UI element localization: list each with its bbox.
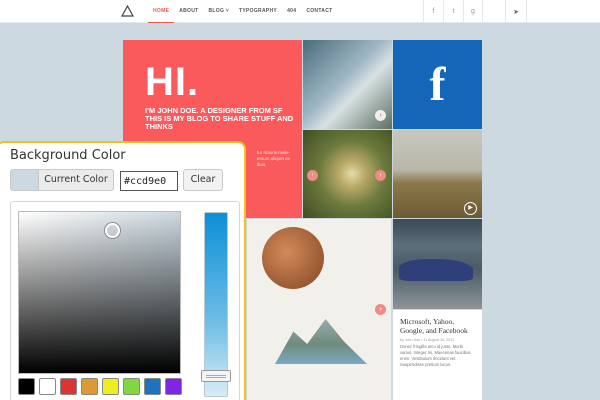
next-arrow-icon[interactable]: ›: [375, 170, 386, 181]
photo-tile-car[interactable]: [393, 219, 482, 309]
top-navigation-bar: HOME ABOUT BLOG ˅ TYPOGRAPHY 404 CONTACT…: [0, 0, 600, 23]
palette-swatch-0[interactable]: [18, 378, 35, 395]
clear-button[interactable]: Clear: [183, 169, 223, 191]
nav-about[interactable]: ABOUT: [174, 0, 203, 23]
arrow-right-icon[interactable]: ➤: [505, 0, 527, 23]
palette-swatch-3[interactable]: [81, 378, 98, 395]
photo-tile-building[interactable]: ›: [303, 40, 392, 129]
picker-title: Background Color: [10, 148, 126, 163]
prev-arrow-icon[interactable]: ‹: [307, 170, 318, 181]
next-arrow-icon[interactable]: ›: [375, 110, 386, 121]
current-color-button[interactable]: Current Color: [10, 169, 114, 191]
nav-404[interactable]: 404: [282, 0, 301, 23]
palette-swatch-7[interactable]: [165, 378, 182, 395]
mountain-drawing-image: [275, 319, 367, 364]
palette-swatch-1[interactable]: [39, 378, 56, 395]
next-arrow-icon[interactable]: ›: [375, 304, 386, 315]
photo-tile-gallery[interactable]: ▶: [393, 130, 482, 218]
color-palette: [18, 378, 182, 395]
hero-greeting: HI.: [145, 60, 200, 104]
current-color-swatch: [11, 170, 39, 190]
hue-slider-handle[interactable]: [201, 370, 231, 382]
facebook-icon[interactable]: f: [423, 0, 443, 23]
palette-swatch-4[interactable]: [102, 378, 119, 395]
palette-swatch-6[interactable]: [144, 378, 161, 395]
article-excerpt: Donec fringilla arcu id justo. Morbi var…: [400, 344, 471, 367]
play-icon[interactable]: ▶: [464, 202, 477, 215]
current-color-label: Current Color: [44, 174, 108, 185]
google-plus-icon[interactable]: g: [463, 0, 483, 23]
nav-blog[interactable]: BLOG ˅: [203, 0, 234, 23]
article-title[interactable]: Microsoft, Yahoo, Google, and Facebook: [400, 317, 475, 335]
article-meta: by John Doe • 11 August 30, 2012: [400, 338, 455, 342]
twitter-icon[interactable]: t: [443, 0, 463, 23]
saturation-handle[interactable]: [105, 223, 120, 238]
main-nav: HOME ABOUT BLOG ˅ TYPOGRAPHY 404 CONTACT: [148, 0, 337, 23]
triangle-logo-icon[interactable]: [121, 5, 134, 17]
nav-contact[interactable]: CONTACT: [301, 0, 337, 23]
facebook-tile[interactable]: f: [393, 40, 482, 129]
article-card[interactable]: Microsoft, Yahoo, Google, and Facebook b…: [393, 310, 482, 400]
background-color-picker: Background Color Current Color Clear: [0, 141, 246, 400]
palette-swatch-2[interactable]: [60, 378, 77, 395]
car-image: [399, 259, 473, 281]
facebook-logo-icon: f: [429, 58, 446, 111]
hero-excerpt: tur mauris male- entum aliquet ex ibus.: [257, 150, 291, 167]
hex-color-input[interactable]: [120, 171, 178, 191]
coin-image: [262, 227, 324, 289]
hero-intro: I'M JOHN DOE. A DESIGNER FROM SF THIS IS…: [145, 106, 294, 131]
nav-home[interactable]: HOME: [148, 1, 175, 23]
saturation-value-square[interactable]: [18, 211, 181, 374]
photo-tile-coin[interactable]: ›: [247, 219, 391, 400]
nav-typography[interactable]: TYPOGRAPHY: [234, 0, 282, 23]
photo-tile-snail[interactable]: ‹ ›: [303, 130, 392, 218]
palette-swatch-5[interactable]: [123, 378, 140, 395]
color-picker-body: [10, 201, 240, 400]
